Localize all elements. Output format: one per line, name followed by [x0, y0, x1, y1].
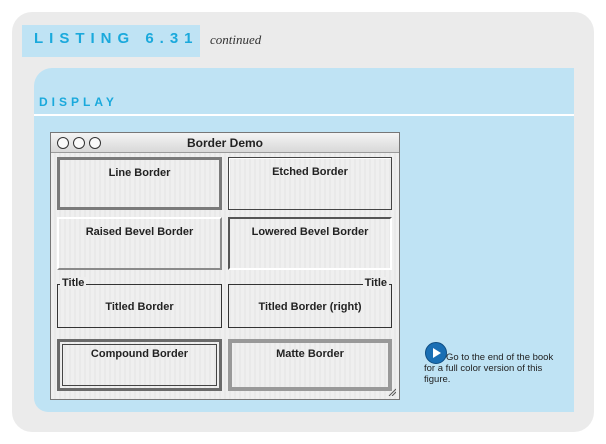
titled-border-title: Title — [60, 277, 87, 289]
matte-border-panel: Matte Border — [228, 339, 392, 391]
window-content: Line Border Etched Border Raised Bevel B… — [51, 153, 399, 399]
window-titlebar[interactable]: Border Demo — [51, 133, 399, 153]
etched-border-panel: Etched Border — [228, 157, 392, 210]
display-label: DISPLAY — [39, 95, 118, 109]
color-version-note: Go to the end of the book for a full col… — [424, 352, 554, 385]
border-demo-window: Border Demo Line Border Etched Border Ra… — [50, 132, 400, 400]
matte-border-label: Matte Border — [276, 348, 344, 360]
window-title: Border Demo — [186, 136, 263, 150]
continued-label: continued — [210, 32, 262, 47]
raised-bevel-border-label: Raised Bevel Border — [85, 226, 194, 238]
line-border-panel: Line Border — [57, 157, 222, 210]
titled-border-right-label: Titled Border (right) — [258, 301, 362, 313]
code-strip — [34, 68, 574, 92]
listing-label: LISTING 6.31 — [34, 30, 199, 47]
lowered-bevel-border-panel: Lowered Bevel Border — [228, 217, 392, 270]
titled-border-right-panel: Title Titled Border (right) — [228, 277, 392, 328]
compound-border-label: Compound Border — [90, 348, 189, 360]
titled-border-right-title: Title — [362, 277, 389, 289]
titled-border-panel: Title Titled Border — [57, 277, 222, 328]
line-border-label: Line Border — [108, 167, 171, 179]
etched-border-label: Etched Border — [272, 166, 348, 178]
compound-border-panel: Compound Border — [57, 339, 222, 391]
resize-grip-icon[interactable] — [388, 388, 396, 396]
titled-border-label: Titled Border — [105, 301, 174, 313]
lowered-bevel-border-label: Lowered Bevel Border — [251, 226, 369, 238]
raised-bevel-border-panel: Raised Bevel Border — [57, 217, 222, 270]
